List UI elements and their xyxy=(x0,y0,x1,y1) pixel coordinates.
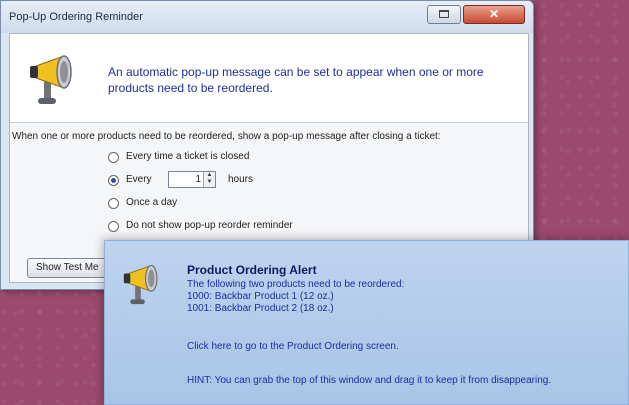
megaphone-icon xyxy=(30,55,72,104)
close-button[interactable]: ✕ xyxy=(463,5,525,24)
radio-once-a-day[interactable] xyxy=(108,198,119,209)
product-line: 1001: Backbar Product 2 (18 oz.) xyxy=(187,303,334,314)
interval-unit: hours xyxy=(228,174,254,185)
close-icon: ✕ xyxy=(488,7,500,21)
restore-button[interactable] xyxy=(427,5,461,24)
radio-every-interval[interactable] xyxy=(108,175,119,186)
interval-value: 1 xyxy=(195,174,201,185)
alert-title: Product Ordering Alert xyxy=(187,263,317,277)
reorder-question: When one or more products need to be reo… xyxy=(12,131,441,142)
header-band: An automatic pop-up message can be set t… xyxy=(10,34,528,123)
restore-icon xyxy=(439,10,449,18)
interval-stepper[interactable]: 1 ▲ ▼ xyxy=(168,171,216,188)
stepper-arrows-icon[interactable]: ▲ ▼ xyxy=(203,172,215,187)
alert-product-list: The following two products need to be re… xyxy=(187,279,404,315)
alert-hint: HINT: You can grab the top of this windo… xyxy=(187,375,552,386)
option-label: Do not show pop-up reorder reminder xyxy=(126,220,293,231)
title-bar[interactable]: Pop-Up Ordering Reminder ✕ xyxy=(1,1,533,33)
product-ordering-link[interactable]: Click here to go to the Product Ordering… xyxy=(187,341,399,352)
alert-intro: The following two products need to be re… xyxy=(187,279,405,290)
radio-every-ticket[interactable] xyxy=(108,152,119,163)
option-label: Once a day xyxy=(126,197,178,208)
dialog-title: Pop-Up Ordering Reminder xyxy=(9,11,143,23)
product-ordering-alert[interactable]: Product Ordering Alert The following two… xyxy=(104,240,629,405)
option-label: Every xyxy=(126,174,152,185)
radio-do-not-show[interactable] xyxy=(108,221,119,232)
header-text: An automatic pop-up message can be set t… xyxy=(108,65,484,95)
option-label: Every time a ticket is closed xyxy=(126,151,250,162)
product-line: 1000: Backbar Product 1 (12 oz.) xyxy=(187,291,334,302)
megaphone-icon xyxy=(123,264,158,305)
